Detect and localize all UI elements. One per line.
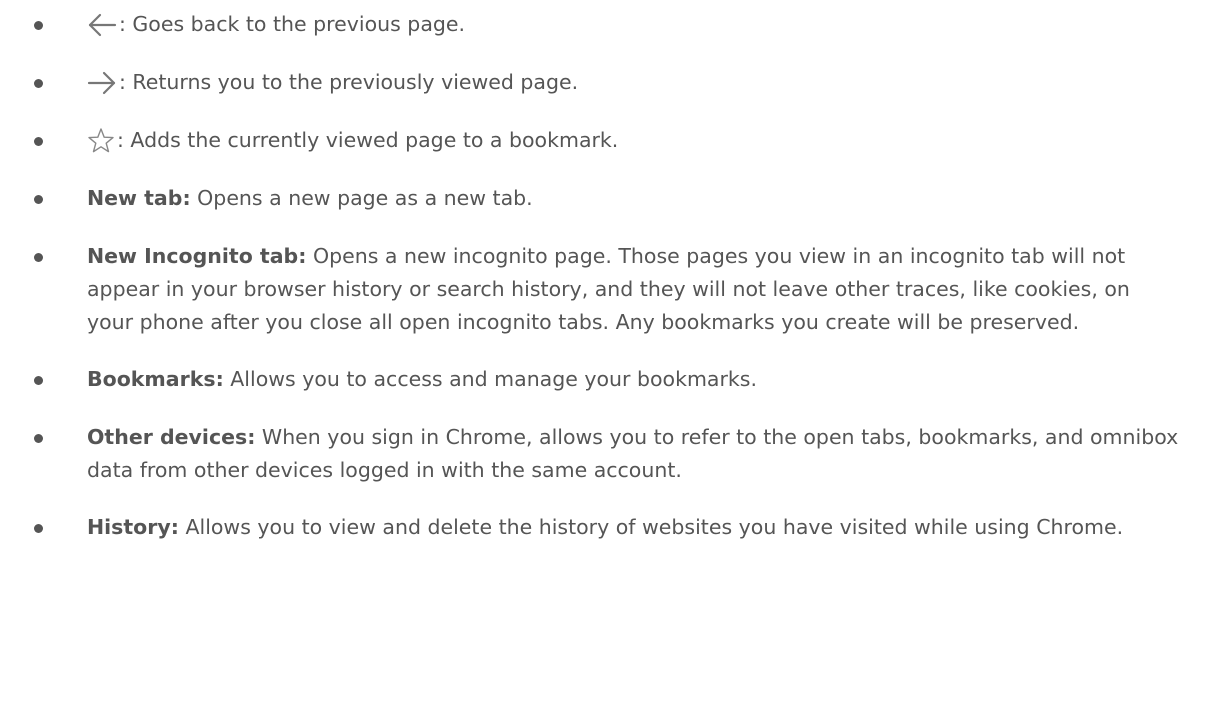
list-item-back: : Goes back to the previous page. xyxy=(0,8,1210,41)
bullet-list: : Goes back to the previous page. : Retu… xyxy=(0,8,1210,569)
forward-arrow-icon xyxy=(87,71,117,95)
back-arrow-icon xyxy=(87,13,117,37)
item-term: Bookmarks: xyxy=(87,367,224,391)
list-item-bookmarks: Bookmarks: Allows you to access and mana… xyxy=(0,363,1210,396)
bullet-dot xyxy=(34,79,43,88)
bullet-dot xyxy=(34,253,43,262)
item-term: New Incognito tab: xyxy=(87,244,307,268)
bullet-dot xyxy=(34,376,43,385)
document-page: : Goes back to the previous page. : Retu… xyxy=(0,0,1210,704)
list-item-new-tab: New tab: Opens a new page as a new tab. xyxy=(0,182,1210,215)
item-description: Allows you to access and manage your boo… xyxy=(223,367,757,391)
item-description: : Returns you to the previously viewed p… xyxy=(119,70,579,94)
list-item-bookmark-star: : Adds the currently viewed page to a bo… xyxy=(0,124,1210,157)
item-description: : Goes back to the previous page. xyxy=(119,12,466,36)
list-item-forward: : Returns you to the previously viewed p… xyxy=(0,66,1210,99)
bullet-dot xyxy=(34,137,43,146)
item-term: Other devices: xyxy=(87,425,256,449)
list-item-new-incognito-tab: New Incognito tab: Opens a new incognito… xyxy=(0,240,1210,339)
item-term: History: xyxy=(87,515,179,539)
item-term: New tab: xyxy=(87,186,191,210)
item-description: : Adds the currently viewed page to a bo… xyxy=(117,128,619,152)
bullet-dot xyxy=(34,434,43,443)
bullet-dot xyxy=(34,195,43,204)
bullet-dot xyxy=(34,524,43,533)
list-item-other-devices: Other devices: When you sign in Chrome, … xyxy=(0,421,1210,487)
star-outline-icon xyxy=(87,127,115,153)
list-item-history: History: Allows you to view and delete t… xyxy=(0,511,1210,544)
item-description: Allows you to view and delete the histor… xyxy=(178,515,1124,539)
item-description: Opens a new page as a new tab. xyxy=(190,186,533,210)
bullet-dot xyxy=(34,21,43,30)
